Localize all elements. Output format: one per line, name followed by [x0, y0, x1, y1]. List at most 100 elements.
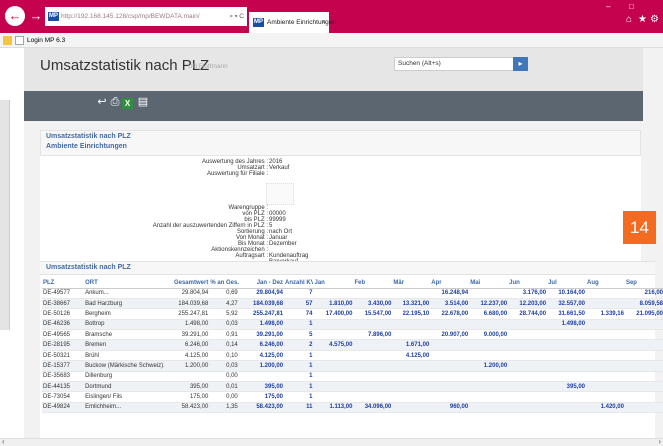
column-header[interactable]: Aug [586, 279, 625, 289]
user-name: Ulli Flottmann [188, 63, 228, 70]
table-cell: 7 [284, 288, 314, 299]
search-button[interactable]: ▸ [513, 57, 528, 71]
table-row[interactable]: DE-46236 Bottrop 1.498,00 0,03 1.498,00 1 1.49… [42, 319, 663, 331]
table-cell [430, 360, 470, 372]
table-cell: Eislingen/ Fils [84, 391, 165, 403]
column-header[interactable]: Jul [547, 279, 587, 289]
maximize-icon[interactable]: □ [629, 2, 634, 11]
table-cell: 29.804,94 [238, 288, 285, 299]
table-cell: 1.498,00 [164, 319, 210, 331]
column-header[interactable]: Gesamtwert [164, 279, 210, 289]
table-row[interactable]: DE-38667 Bad Harzburg 184.039,68 4,27 184.03… [42, 298, 663, 310]
table-cell: 175,00 [238, 391, 285, 403]
browser-tab[interactable]: MP Ambiente Einrichtungen × [249, 12, 336, 33]
address-controls-icon[interactable]: ⌕ ▾ C [229, 7, 244, 26]
table-cell [313, 360, 354, 372]
table-cell: Buckow (Märkische Schweiz)... [84, 360, 165, 372]
favorite-login-link[interactable]: Login MP 6.3 [27, 33, 65, 48]
table-cell: 32.557,00 [547, 298, 587, 310]
table-cell [430, 381, 470, 393]
page-icon [15, 36, 24, 45]
table-cell: 4.125,00 [164, 350, 210, 362]
table-row[interactable]: DE-28195 Bremen 6.246,00 0,14 6.246,00 2 4.575… [42, 339, 663, 351]
home-icon[interactable]: ⌂ [626, 14, 632, 25]
table-cell: 216,00 [624, 288, 663, 299]
table-cell [586, 371, 625, 383]
scroll-left-icon[interactable]: ‹ [2, 437, 5, 446]
back-button[interactable]: ← [5, 6, 25, 26]
table-title: Umsatzstatistik nach PLZ [40, 261, 655, 275]
search-input[interactable]: Suchen (Alt+s) [394, 57, 514, 71]
tab-close-icon[interactable]: × [322, 12, 326, 33]
table-cell: 3.514,00 [430, 298, 470, 310]
table-cell: 184.039,68 [238, 298, 285, 310]
table-cell [508, 391, 548, 403]
column-header[interactable]: Jan [313, 279, 354, 289]
column-header[interactable]: Mai [469, 279, 509, 289]
table-row[interactable]: DE-73054 Eislingen/ Fils 175,00 0,00 175,00 1 [42, 391, 663, 403]
table-row[interactable]: DE-15377 Buckow (Märkische Schweiz)... 1.2… [42, 360, 663, 372]
scroll-right-icon[interactable]: › [658, 437, 661, 446]
side-collapse-tab[interactable] [0, 100, 10, 330]
column-header[interactable]: Feb [353, 279, 393, 289]
tab-icon: MP [253, 18, 264, 27]
table-cell: 4,27 [209, 298, 239, 310]
star-icon[interactable]: ★ [638, 14, 647, 25]
table-row[interactable]: DE-49565 Bramsche 39.291,00 0,91 39.291,00 5 7… [42, 329, 663, 341]
table-cell [430, 350, 470, 362]
filiale-placeholder-image [266, 183, 294, 205]
table-cell [508, 402, 548, 414]
excel-icon[interactable]: X [122, 98, 133, 109]
table-cell [469, 391, 509, 403]
forward-button[interactable]: → [26, 6, 46, 26]
minimize-icon[interactable]: – [606, 2, 610, 11]
table-cell: 15.547,00 [353, 308, 393, 320]
column-header[interactable]: Mär [392, 279, 431, 289]
table-cell: 6.680,00 [469, 308, 509, 320]
back-arrow-icon[interactable]: ↩ [96, 96, 108, 109]
print-icon[interactable]: ⎙ [109, 96, 121, 109]
table-cell: 395,00 [547, 381, 587, 393]
column-header[interactable]: Anzahl KV/BV [284, 279, 314, 289]
column-header[interactable]: Jan - Dez [238, 279, 285, 289]
table-row[interactable]: DE-50126 Bergheim 255.247,81 5,92 255.247,81… [42, 308, 663, 320]
table-cell: 34.096,00 [353, 402, 393, 414]
column-header[interactable]: % an Ges. [209, 279, 239, 289]
table-row[interactable]: DE-35683 Dillenburg 0,00 1 [42, 371, 663, 383]
export-icon[interactable]: ▤ [137, 96, 149, 109]
table-cell [508, 319, 548, 331]
table-cell [313, 350, 354, 362]
table-row[interactable]: DE-49824 Emlichheim... 58.423,00 1,35 58.423… [42, 402, 663, 414]
table-cell [508, 381, 548, 393]
table-cell: 960,00 [430, 402, 470, 414]
table-cell [313, 329, 354, 341]
table-cell [624, 371, 663, 383]
column-header[interactable]: PLZ [42, 279, 85, 289]
table-cell: 4.575,00 [313, 339, 354, 351]
address-bar[interactable]: MP http://192.168.145.128/csp/mp/BEWDATA… [45, 7, 247, 26]
table-cell [508, 329, 548, 341]
table-cell: 5 [284, 329, 314, 341]
horizontal-scrollbar[interactable]: ‹ › [0, 437, 663, 446]
table-cell: 16.248,94 [430, 288, 470, 299]
table-cell: 22.195,10 [392, 308, 431, 320]
table-cell: 22.678,00 [430, 308, 470, 320]
table-cell [353, 319, 393, 331]
table-cell [624, 391, 663, 403]
gear-icon[interactable]: ⚙ [650, 14, 659, 25]
column-header[interactable]: Apr [430, 279, 470, 289]
favorites-star-icon[interactable] [3, 36, 12, 45]
table-row[interactable]: DE-44135 Dortmund 395,00 0,01 395,00 1 395,00 [42, 381, 663, 393]
column-header[interactable]: Sep [624, 279, 663, 289]
revenue-table: PLZ ORT Gesamtwert% an Ges. Jan - Dez Anzahl… [42, 279, 663, 414]
table-row[interactable]: DE-49577 Ankum... 29.804,94 0,69 29.804,94 7 1… [42, 288, 663, 299]
table-cell: 0,03 [209, 360, 239, 372]
table-row[interactable]: DE-50321 Brühl 4.125,00 0,10 4.125,00 1 4.125,… [42, 350, 663, 362]
table-cell: 4.125,00 [238, 350, 285, 362]
column-header[interactable]: Jun [508, 279, 548, 289]
column-header[interactable]: ORT [84, 279, 165, 289]
table-cell: DE-49577 [42, 288, 85, 299]
table-cell: 0,00 [209, 391, 239, 403]
table-cell: Dortmund [84, 381, 165, 393]
table-cell [469, 339, 509, 351]
